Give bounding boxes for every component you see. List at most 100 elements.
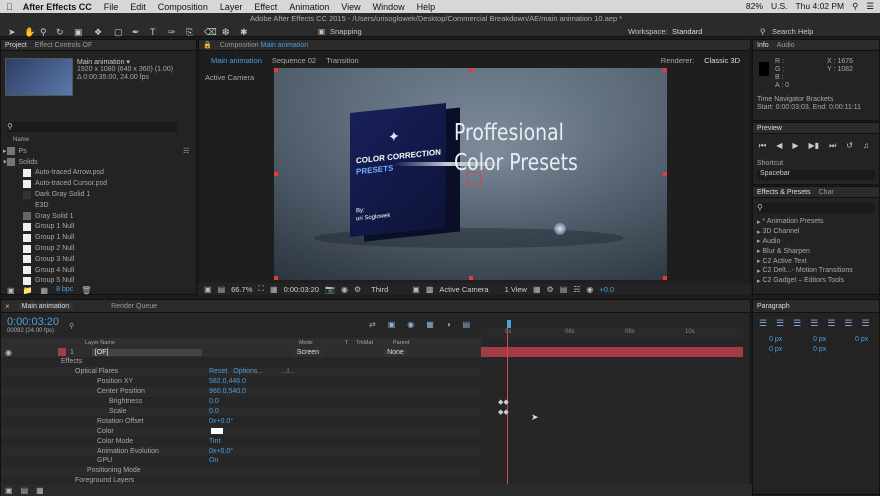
- tab-character[interactable]: Char: [819, 189, 834, 196]
- snapping-checkbox[interactable]: ▣: [318, 27, 325, 36]
- frame-handle[interactable]: [663, 276, 667, 280]
- menu-composition[interactable]: Composition: [152, 2, 214, 12]
- audio-icon[interactable]: ♫: [863, 141, 869, 151]
- camera-select[interactable]: Active Camera: [439, 285, 488, 294]
- flare-target[interactable]: [467, 172, 481, 186]
- exposure-icon[interactable]: ◉: [586, 285, 593, 294]
- channel-icon[interactable]: ◉: [341, 285, 348, 294]
- frame-handle[interactable]: [274, 172, 278, 176]
- nav-main-animation[interactable]: Main animation: [211, 56, 262, 65]
- frame-blend-icon[interactable]: ▦: [426, 320, 434, 329]
- mode-select[interactable]: Screen: [293, 348, 323, 356]
- keyframe-icon[interactable]: ◆◆: [498, 398, 509, 406]
- list-item[interactable]: Group 4 Null: [3, 265, 183, 276]
- nav-sequence-02[interactable]: Sequence 02: [272, 56, 316, 65]
- color-swatch[interactable]: [211, 428, 223, 435]
- menu-edit[interactable]: Edit: [124, 2, 152, 12]
- list-item[interactable]: Gray Solid 1: [3, 211, 183, 222]
- menu-animation[interactable]: Animation: [283, 2, 335, 12]
- transparency-icon[interactable]: ▩: [426, 285, 434, 294]
- notification-icon[interactable]: ☰: [866, 1, 874, 12]
- project-search-input[interactable]: ⚲: [7, 122, 177, 132]
- snapshot-icon[interactable]: 📷: [325, 285, 335, 294]
- tab-preview[interactable]: Preview: [757, 125, 782, 132]
- list-item[interactable]: Group 2 Null: [3, 243, 183, 254]
- list-item[interactable]: ▸ 3D Channel: [757, 227, 879, 237]
- property-row[interactable]: Effects: [1, 357, 481, 367]
- workspace-select[interactable]: Standard: [672, 27, 702, 36]
- menu-view[interactable]: View: [335, 2, 366, 12]
- new-comp-icon[interactable]: ▦: [41, 286, 49, 295]
- toggle-switches-icon[interactable]: ▣: [5, 486, 13, 495]
- property-row[interactable]: Foreground Layers: [1, 476, 481, 484]
- toggle-modes-icon[interactable]: ▤: [21, 486, 29, 495]
- list-item[interactable]: Group 1 Null: [3, 222, 183, 233]
- clock[interactable]: Thu 4:02 PM: [795, 1, 844, 12]
- layer-name[interactable]: [OF]: [91, 348, 202, 356]
- bpc-toggle[interactable]: 8 bpc: [56, 286, 73, 295]
- camera-tool-icon[interactable]: ▣: [74, 27, 83, 38]
- hand-tool-icon[interactable]: ✋: [24, 27, 35, 38]
- menu-file[interactable]: File: [98, 2, 125, 12]
- property-row[interactable]: Rotation Offset 0x+0.0°: [1, 416, 481, 426]
- comp-viewer[interactable]: ✦ COLOR CORRECTION PRESETS By: uri Soglo…: [274, 68, 667, 280]
- timeline-timecode[interactable]: 0:00:03:20: [7, 316, 59, 328]
- menu-help[interactable]: Help: [411, 2, 442, 12]
- col-t[interactable]: T: [345, 340, 348, 346]
- exposure-value[interactable]: +0.0: [599, 285, 614, 294]
- flowchart-icon[interactable]: ☵: [183, 147, 189, 155]
- renderer-value[interactable]: Classic 3D: [704, 56, 752, 65]
- snapping-label[interactable]: Snapping: [330, 27, 362, 36]
- work-area-start[interactable]: [507, 320, 511, 328]
- list-item[interactable]: Group 3 Null: [3, 254, 183, 265]
- battery-percent[interactable]: 82%: [746, 1, 763, 12]
- align-left-icon[interactable]: ☰: [759, 318, 767, 329]
- shy-icon[interactable]: ◉: [407, 320, 414, 329]
- roto-tool-icon[interactable]: ❆: [222, 27, 230, 38]
- property-value[interactable]: 0x+0.0°: [209, 418, 233, 425]
- property-row[interactable]: Color: [1, 426, 481, 437]
- motion-blur-icon[interactable]: ◑: [446, 320, 451, 329]
- shortcut-select[interactable]: Spacebar: [757, 170, 875, 180]
- layer-duration-bar[interactable]: [481, 347, 743, 357]
- col-layer-name[interactable]: Layer Name: [85, 340, 115, 346]
- eye-icon[interactable]: ◉: [5, 348, 12, 357]
- list-item[interactable]: E3D: [3, 200, 183, 211]
- align-right-icon[interactable]: ☰: [793, 318, 801, 329]
- zoom-select[interactable]: 66.7%: [231, 285, 252, 294]
- property-row[interactable]: Center Position 960.0,540.0: [1, 386, 481, 397]
- list-item[interactable]: ▸ Audio: [757, 237, 879, 247]
- comp-flow-icon[interactable]: ⇄: [369, 320, 376, 329]
- frame-handle[interactable]: [469, 68, 473, 72]
- type-tool-icon[interactable]: T: [150, 27, 156, 37]
- mask-tool-icon[interactable]: ▢: [114, 27, 123, 38]
- search-icon[interactable]: ⚲: [69, 322, 74, 330]
- property-value[interactable]: 0.0: [209, 398, 219, 405]
- next-frame-icon[interactable]: ▶▮: [809, 141, 820, 151]
- menu-layer[interactable]: Layer: [214, 2, 249, 12]
- space-before[interactable]: 0 px: [813, 346, 826, 353]
- graph-editor-icon[interactable]: ▤: [463, 320, 471, 329]
- pan-behind-icon[interactable]: ❖: [94, 27, 102, 38]
- property-value[interactable]: 960.0,540.0: [209, 388, 246, 395]
- new-folder-icon[interactable]: 📁: [23, 286, 33, 295]
- property-value[interactable]: 0x+0.0°: [209, 448, 233, 455]
- property-value[interactable]: 0.0: [209, 408, 219, 415]
- align-center-icon[interactable]: ☰: [776, 318, 784, 329]
- tab-project[interactable]: Project: [5, 42, 27, 49]
- view-layout-select[interactable]: 1 View: [505, 285, 527, 294]
- property-value[interactable]: Reset: [209, 368, 227, 375]
- col-mode[interactable]: Mode: [299, 340, 313, 346]
- menu-window[interactable]: Window: [367, 2, 411, 12]
- property-row[interactable]: Brightness 0.0: [1, 397, 481, 407]
- keyframe-icon[interactable]: ◆◆: [498, 408, 509, 416]
- play-icon[interactable]: ▶: [792, 141, 798, 151]
- list-item[interactable]: Group 1 Null: [3, 232, 183, 243]
- property-row[interactable]: Positioning Mode: [1, 465, 481, 476]
- zoom-tool-icon[interactable]: ⚲: [40, 27, 47, 38]
- frame-handle[interactable]: [469, 276, 473, 280]
- tab-render-queue[interactable]: Render Queue: [111, 303, 157, 310]
- property-row[interactable]: Animation Evolution 0x+0.0°: [1, 446, 481, 456]
- space-after[interactable]: 0 px: [769, 346, 782, 353]
- property-value[interactable]: 582.0,446.0: [209, 378, 246, 385]
